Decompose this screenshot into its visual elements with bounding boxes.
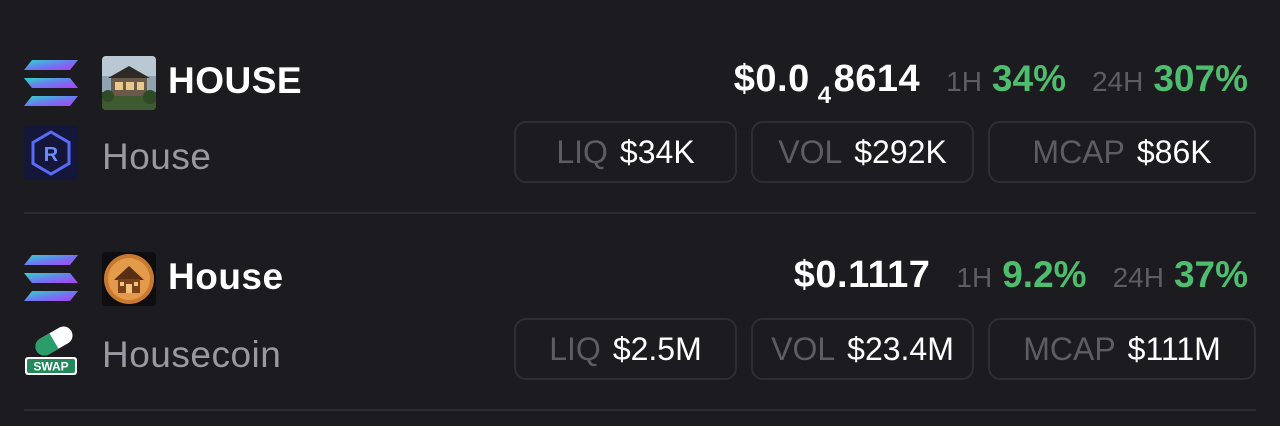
token-row-house[interactable]: HOUSE R House $0.0 4 8614 1H 34% 24H 307…	[0, 22, 1280, 217]
token-row-housecoin[interactable]: House SWAP Housecoin $0.1117 1H 9.2% 24H…	[0, 218, 1280, 413]
price-value: $0.1117	[793, 254, 931, 296]
row-divider	[24, 409, 1256, 411]
token-list: HOUSE R House $0.0 4 8614 1H 34% 24H 307…	[0, 0, 1280, 426]
change-24h-label: 24H	[1091, 66, 1144, 97]
liquidity-stat: LIQ $34K	[514, 121, 737, 183]
volume-label: VOL	[778, 133, 843, 170]
price-line: $0.0 4 8614 1H 34% 24H 307%	[733, 58, 1248, 109]
price-zero-count: 4	[817, 82, 832, 109]
change-1h-label: 1H	[946, 66, 982, 97]
market-cap-value: $86K	[1136, 133, 1212, 170]
house-coin-icon	[102, 252, 156, 306]
token-name: Housecoin	[102, 334, 282, 375]
stats-group: LIQ $34K VOL $292K MCAP $86K	[514, 121, 1256, 183]
market-cap-label: MCAP	[1023, 330, 1116, 367]
swap-icon: SWAP	[25, 326, 77, 375]
stats-group: LIQ $2.5M VOL $23.4M MCAP $111M	[514, 318, 1256, 380]
token-symbol: House	[168, 256, 284, 297]
change-1h-value: 9.2%	[1002, 254, 1087, 295]
raydium-icon: R	[24, 126, 78, 180]
change-24h-value: 37%	[1173, 254, 1248, 295]
volume-stat: VOL $23.4M	[751, 318, 974, 380]
market-cap-value: $111M	[1127, 330, 1221, 367]
change-24h-value: 307%	[1153, 58, 1248, 99]
market-cap-stat: MCAP $111M	[988, 318, 1256, 380]
solana-icon	[24, 255, 78, 301]
volume-value: $292K	[854, 133, 947, 170]
solana-icon	[24, 60, 78, 106]
volume-value: $23.4M	[847, 330, 954, 367]
swap-badge-text: SWAP	[33, 360, 68, 374]
price-prefix: $0.0	[733, 58, 810, 100]
market-cap-label: MCAP	[1032, 133, 1125, 170]
price-line: $0.1117 1H 9.2% 24H 37%	[794, 254, 1248, 297]
change-24h-label: 24H	[1112, 262, 1164, 293]
row-divider	[24, 212, 1256, 214]
svg-text:R: R	[44, 144, 59, 166]
token-name: House	[102, 136, 212, 177]
house-photo-icon	[102, 56, 156, 110]
volume-stat: VOL $292K	[751, 121, 974, 183]
change-1h-label: 1H	[956, 262, 993, 293]
volume-label: VOL	[771, 330, 836, 367]
liquidity-label: LIQ	[549, 330, 601, 367]
change-1h-value: 34%	[991, 58, 1066, 99]
liquidity-value: $34K	[619, 133, 695, 170]
market-cap-stat: MCAP $86K	[988, 121, 1256, 183]
liquidity-stat: LIQ $2.5M	[514, 318, 737, 380]
liquidity-label: LIQ	[556, 133, 608, 170]
token-symbol: HOUSE	[168, 60, 303, 101]
liquidity-value: $2.5M	[612, 330, 702, 367]
price-digits: 8614	[833, 58, 921, 100]
